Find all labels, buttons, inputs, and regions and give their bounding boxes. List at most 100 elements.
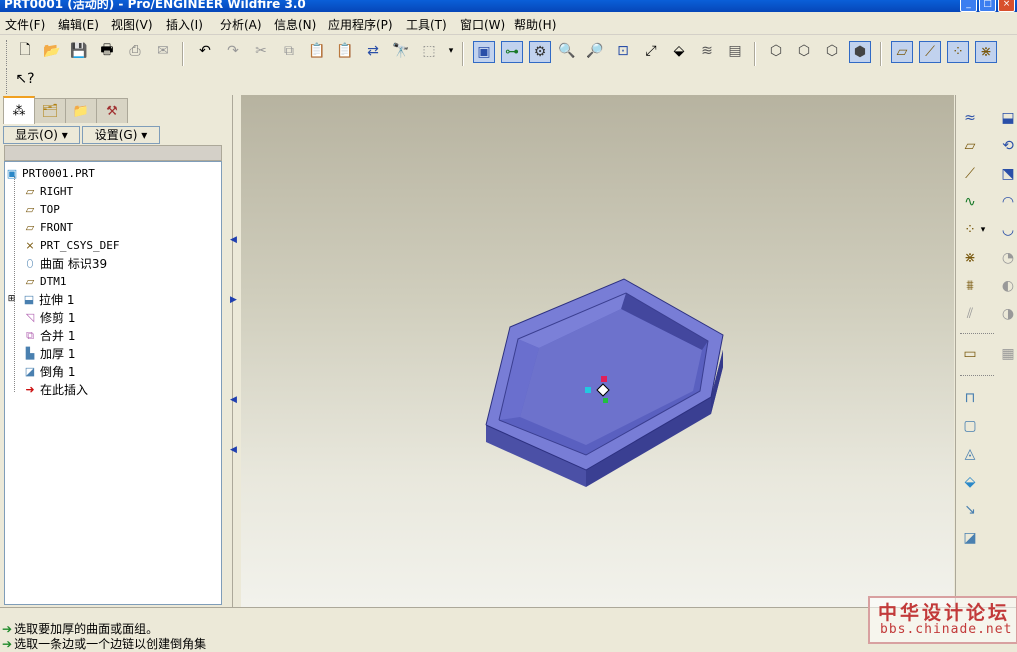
- datum-ref-icon[interactable]: ⫽: [958, 303, 982, 325]
- offset-tool-icon[interactable]: ▢: [958, 415, 982, 437]
- csys-tool-icon[interactable]: ⋇: [958, 247, 982, 269]
- draft-tool-icon[interactable]: ◬: [958, 443, 982, 465]
- menu-file[interactable]: 文件(F): [5, 16, 45, 33]
- tree-item-surface[interactable]: ⬯ 曲面 标识39: [23, 255, 108, 272]
- chamfer-tool-icon[interactable]: ◪: [958, 527, 982, 549]
- find-icon[interactable]: 🔭: [390, 40, 412, 62]
- paste-icon[interactable]: 📋: [306, 40, 328, 62]
- menu-tools[interactable]: 工具(T): [406, 16, 447, 33]
- redo-icon[interactable]: ↷: [222, 40, 244, 62]
- minimize-button[interactable]: _: [960, 0, 977, 12]
- hole-tool-icon[interactable]: ◔: [996, 247, 1017, 269]
- context-help-icon[interactable]: ↖?: [14, 68, 36, 90]
- zoom-out-icon[interactable]: 🔎: [584, 40, 606, 62]
- shell-tool-icon[interactable]: ◐: [996, 275, 1017, 297]
- tree-item-insert-here[interactable]: ➜ 在此插入: [23, 381, 88, 398]
- hexagonal-tray-model[interactable]: [241, 95, 954, 607]
- tree-item-thicken[interactable]: ▙ 加厚 1: [23, 345, 76, 362]
- graphics-window[interactable]: [241, 95, 954, 607]
- menu-edit[interactable]: 编辑(E): [58, 16, 99, 33]
- email-icon[interactable]: ✉: [152, 40, 174, 62]
- tree-item-trim[interactable]: ◹ 修剪 1: [23, 309, 76, 326]
- datum-plane-display-icon[interactable]: ▱: [891, 41, 913, 63]
- tree-item-front[interactable]: ▱ FRONT: [23, 219, 73, 236]
- maximize-button[interactable]: □: [979, 0, 996, 12]
- connections-tab-icon[interactable]: ⚒: [96, 98, 128, 123]
- chevron-down-icon[interactable]: ▾: [978, 219, 988, 241]
- open-folder-icon[interactable]: 📂: [41, 40, 63, 62]
- analysis-feature-icon[interactable]: ⩩: [958, 275, 982, 297]
- refit-icon[interactable]: ⊡: [612, 40, 634, 62]
- expand-icon[interactable]: ⊞: [7, 293, 16, 306]
- print-icon[interactable]: 🖶: [96, 40, 118, 62]
- note-tool-icon[interactable]: ▭: [958, 343, 982, 365]
- select-box-icon[interactable]: ⬚: [418, 40, 440, 62]
- revolve-tool-icon[interactable]: ⟲: [996, 135, 1017, 157]
- folder-browser-tab-icon[interactable]: 🗂: [34, 98, 66, 123]
- shading-icon[interactable]: ⬢: [849, 41, 871, 63]
- saved-views-icon[interactable]: ⬙: [668, 40, 690, 62]
- menu-window[interactable]: 窗口(W): [460, 16, 505, 33]
- copy-icon[interactable]: ⧉: [278, 40, 300, 62]
- pattern-tool-icon[interactable]: ▦: [996, 343, 1017, 365]
- favorites-tab-icon[interactable]: 📁: [65, 98, 97, 123]
- tree-item-merge[interactable]: ⧉ 合并 1: [23, 327, 75, 344]
- extrude-tool-icon[interactable]: ⬓: [996, 107, 1017, 129]
- tree-item-part[interactable]: ▣ PRT0001.PRT: [5, 165, 95, 182]
- spin-center-icon[interactable]: ⊶: [501, 41, 523, 63]
- menu-bar: 文件(F) 编辑(E) 视图(V) 插入(I) 分析(A) 信息(N) 应用程序…: [0, 13, 1017, 35]
- datum-axis-tool-icon[interactable]: ⟋: [958, 163, 982, 185]
- menu-insert[interactable]: 插入(I): [166, 16, 203, 33]
- menu-view[interactable]: 视图(V): [111, 16, 153, 33]
- insert-here-icon: ➜: [25, 383, 35, 396]
- show-dropdown-button[interactable]: 显示(O) ▾: [3, 126, 80, 144]
- tree-item-dtm1[interactable]: ▱ DTM1: [23, 273, 67, 290]
- trim-tool-icon[interactable]: ⊓: [958, 387, 982, 409]
- datum-axis-display-icon[interactable]: ⟋: [919, 41, 941, 63]
- hidden-line-icon[interactable]: ⬡: [793, 40, 815, 62]
- menu-analysis[interactable]: 分析(A): [220, 16, 262, 33]
- tree-item-csys[interactable]: ⨯ PRT_CSYS_DEF: [23, 237, 119, 254]
- zoom-in-icon[interactable]: 🔍: [556, 40, 578, 62]
- round-edge-tool-icon[interactable]: ↘: [958, 499, 982, 521]
- undo-icon[interactable]: ↶: [194, 40, 216, 62]
- view-manager-icon[interactable]: ▤: [724, 40, 746, 62]
- collapse-arrow-icon[interactable]: ◀: [230, 445, 237, 455]
- chevron-down-icon[interactable]: ▾: [440, 40, 462, 62]
- rib-tool-icon[interactable]: ◑: [996, 303, 1017, 325]
- datum-curve-tool-icon[interactable]: ∿: [958, 191, 982, 213]
- no-hidden-icon[interactable]: ⬡: [821, 40, 843, 62]
- reorient-icon[interactable]: ⤢: [640, 40, 662, 62]
- menu-help[interactable]: 帮助(H): [514, 16, 556, 33]
- cut-icon[interactable]: ✂: [250, 40, 272, 62]
- tree-item-right[interactable]: ▱ RIGHT: [23, 183, 73, 200]
- tree-item-top[interactable]: ▱ TOP: [23, 201, 60, 218]
- paste-special-icon[interactable]: 📋: [334, 40, 356, 62]
- repaint-icon[interactable]: ▣: [473, 41, 495, 63]
- settings-dropdown-button[interactable]: 设置(G) ▾: [82, 126, 160, 144]
- menu-info[interactable]: 信息(N): [274, 16, 316, 33]
- tree-item-extrude[interactable]: ⊞ ⬓ 拉伸 1: [7, 291, 75, 308]
- model-tree-tab-icon[interactable]: ⁂: [3, 96, 35, 124]
- save-icon[interactable]: 💾: [68, 40, 90, 62]
- new-file-icon[interactable]: 🗋: [14, 40, 36, 62]
- orient-mode-icon[interactable]: ⚙: [529, 41, 551, 63]
- wireframe-icon[interactable]: ⬡: [765, 40, 787, 62]
- round-tool-icon[interactable]: ⬙: [958, 471, 982, 493]
- menu-applications[interactable]: 应用程序(P): [328, 16, 393, 33]
- collapse-arrow-icon[interactable]: ◀: [230, 235, 237, 245]
- sketch-tool-icon[interactable]: ≈: [958, 107, 982, 129]
- tree-item-chamfer[interactable]: ◪ 倒角 1: [23, 363, 76, 380]
- datum-plane-tool-icon[interactable]: ▱: [958, 135, 982, 157]
- close-button[interactable]: ×: [998, 0, 1015, 12]
- variable-section-sweep-icon[interactable]: ◡: [996, 219, 1017, 241]
- datum-point-display-icon[interactable]: ⁘: [947, 41, 969, 63]
- expand-arrow-icon[interactable]: ▶: [230, 295, 237, 305]
- boundary-blend-tool-icon[interactable]: ◠: [996, 191, 1017, 213]
- csys-display-icon[interactable]: ⋇: [975, 41, 997, 63]
- collapse-arrow-icon[interactable]: ◀: [230, 395, 237, 405]
- sweep-tool-icon[interactable]: ⬔: [996, 163, 1017, 185]
- print-preview-icon[interactable]: ⎙: [124, 40, 146, 62]
- regenerate-icon[interactable]: ⇄: [362, 40, 384, 62]
- layers-icon[interactable]: ≋: [696, 40, 718, 62]
